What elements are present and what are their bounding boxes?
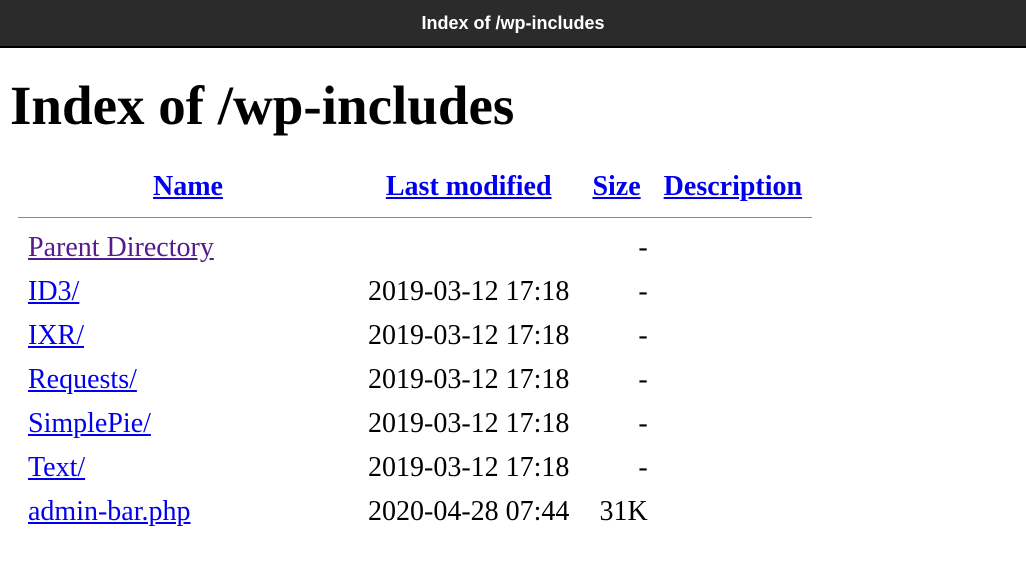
file-link[interactable]: IXR/ <box>28 320 84 351</box>
col-header-last-modified: Last modified <box>358 165 579 213</box>
cell-name: admin-bar.php <box>18 490 358 534</box>
table-header-row: Name Last modified Size Description <box>18 165 812 213</box>
cell-name: SimplePie/ <box>18 402 358 446</box>
cell-size: 31K <box>579 490 653 534</box>
cell-last-modified: 2019-03-12 17:18 <box>358 270 579 314</box>
file-link[interactable]: ID3/ <box>28 276 79 307</box>
cell-name: ID3/ <box>18 270 358 314</box>
file-link[interactable]: Requests/ <box>28 364 137 395</box>
sort-by-last-modified-link[interactable]: Last modified <box>386 171 552 202</box>
col-header-description: Description <box>654 165 812 213</box>
cell-last-modified <box>358 226 579 270</box>
table-row: IXR/2019-03-12 17:18- <box>18 314 812 358</box>
table-row: Parent Directory - <box>18 226 812 270</box>
cell-description <box>654 358 812 402</box>
cell-description <box>654 490 812 534</box>
page-title: Index of /wp-includes <box>8 74 1018 137</box>
cell-name: Text/ <box>18 446 358 490</box>
cell-size: - <box>579 314 653 358</box>
cell-description <box>654 402 812 446</box>
file-link[interactable]: SimplePie/ <box>28 408 151 439</box>
col-header-size: Size <box>579 165 653 213</box>
table-row: ID3/2019-03-12 17:18- <box>18 270 812 314</box>
cell-last-modified: 2019-03-12 17:18 <box>358 314 579 358</box>
page-content: Index of /wp-includes Name Last modified… <box>0 48 1026 542</box>
header-divider <box>18 213 812 226</box>
sort-by-name-link[interactable]: Name <box>153 171 223 202</box>
browser-tab-bar: Index of /wp-includes <box>0 0 1026 48</box>
cell-size: - <box>579 358 653 402</box>
cell-last-modified: 2019-03-12 17:18 <box>358 402 579 446</box>
browser-tab-title: Index of /wp-includes <box>421 13 604 34</box>
file-link[interactable]: admin-bar.php <box>28 496 191 527</box>
col-header-name: Name <box>18 165 358 213</box>
cell-size: - <box>579 446 653 490</box>
cell-name: IXR/ <box>18 314 358 358</box>
cell-description <box>654 226 812 270</box>
cell-description <box>654 270 812 314</box>
sort-by-size-link[interactable]: Size <box>592 171 640 202</box>
table-row: admin-bar.php 2020-04-28 07:4431K <box>18 490 812 534</box>
cell-size: - <box>579 402 653 446</box>
table-row: SimplePie/2019-03-12 17:18- <box>18 402 812 446</box>
sort-by-description-link[interactable]: Description <box>664 171 802 202</box>
cell-name: Parent Directory <box>18 226 358 270</box>
cell-last-modified: 2019-03-12 17:18 <box>358 358 579 402</box>
cell-last-modified: 2020-04-28 07:44 <box>358 490 579 534</box>
cell-last-modified: 2019-03-12 17:18 <box>358 446 579 490</box>
cell-size: - <box>579 270 653 314</box>
cell-description <box>654 314 812 358</box>
cell-name: Requests/ <box>18 358 358 402</box>
table-row: Requests/2019-03-12 17:18- <box>18 358 812 402</box>
file-link[interactable]: Parent Directory <box>28 232 214 263</box>
cell-size: - <box>579 226 653 270</box>
directory-listing-table: Name Last modified Size Description Pare… <box>18 165 812 534</box>
file-link[interactable]: Text/ <box>28 452 85 483</box>
table-row: Text/2019-03-12 17:18- <box>18 446 812 490</box>
cell-description <box>654 446 812 490</box>
